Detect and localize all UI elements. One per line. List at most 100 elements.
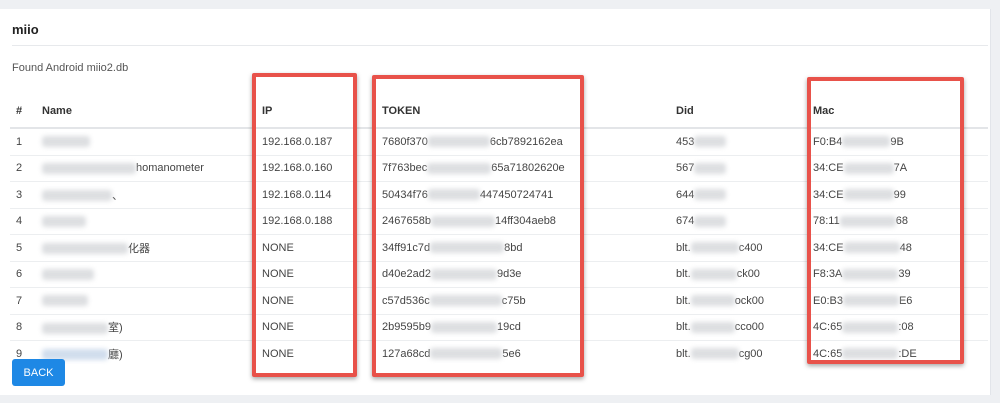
- cell-name: [36, 260, 256, 288]
- table-row: 3 、 192.168.0.114 50434f76 447450724741 6…: [10, 181, 988, 208]
- mac-visible-start: F0:B4: [813, 135, 843, 148]
- token-visible-end: 8bd: [504, 241, 523, 254]
- mac-visible-end: 7A: [893, 162, 908, 175]
- cell-did: 453: [670, 127, 807, 155]
- cell-token: 7f763bec 65a71802620e: [376, 154, 670, 182]
- redacted-blur: [42, 162, 136, 174]
- cell-token: 127a68cd 5e6: [376, 340, 670, 367]
- redacted-blur: [694, 189, 727, 201]
- token-visible-start: 7680f370: [382, 135, 428, 148]
- redacted-blur: [842, 268, 899, 280]
- cell-did: blt. c400: [670, 234, 807, 261]
- redacted-blur: [42, 268, 94, 280]
- redacted-blur: [427, 162, 492, 174]
- token-visible-end: 9d3e: [496, 268, 522, 281]
- token-visible-start: 127a68cd: [382, 347, 431, 360]
- token-visible-start: c57d536c: [382, 294, 430, 307]
- table-row: 6 NONE d40e2ad2 9d3e blt. ck00 F8:3A 39: [10, 260, 988, 288]
- redacted-blur: [430, 268, 497, 280]
- redacted-blur: [42, 136, 90, 148]
- token-visible-end: 14ff304aeb8: [494, 215, 556, 228]
- did-visible-start: blt.: [676, 347, 691, 360]
- redacted-blur: [430, 321, 497, 333]
- found-db-text: Found Android miio2.db: [12, 62, 129, 74]
- mac-visible-end: 68: [895, 215, 908, 228]
- cell-token: c57d536c c75b: [376, 287, 670, 314]
- redacted-blur: [843, 242, 900, 254]
- cell-mac: 4C:65 :DE: [807, 340, 988, 367]
- cell-did: blt. cco00: [670, 313, 807, 341]
- cell-mac: 78:11 68: [807, 207, 988, 235]
- cell-ip: NONE: [256, 260, 376, 288]
- cell-ip: NONE: [256, 340, 376, 367]
- table-row: 1 192.168.0.187 7680f370 6cb7892162ea 453…: [10, 127, 988, 155]
- cell-did: blt. ock00: [670, 287, 807, 314]
- cell-ip: 192.168.0.187: [256, 127, 376, 155]
- table-row: 9 廳) NONE 127a68cd 5e6 blt. cg00 4C:65:DE: [10, 340, 988, 367]
- name-visible: 廳): [108, 348, 123, 361]
- token-visible-end: 447450724741: [479, 188, 554, 201]
- did-visible-start: blt.: [676, 321, 691, 334]
- cell-name: 化器: [36, 234, 256, 261]
- mac-visible-end: E6: [898, 294, 913, 307]
- did-visible-start: blt.: [676, 294, 691, 307]
- cell-num: 4: [10, 207, 36, 235]
- table-row: 7 NONE c57d536c c75b blt. ock00 E0:B3 E6: [10, 287, 988, 314]
- did-visible-end: cco00: [734, 321, 765, 334]
- mac-visible-end: 48: [899, 241, 912, 254]
- cell-token: 7680f370 6cb7892162ea: [376, 127, 670, 155]
- did-visible-end: cg00: [738, 347, 763, 360]
- redacted-blur: [42, 215, 86, 227]
- token-visible-end: 65a71802620e: [491, 162, 565, 175]
- cell-num: 6: [10, 260, 36, 288]
- cell-did: 567: [670, 154, 807, 182]
- cell-token: 34ff91c7d 8bd: [376, 234, 670, 261]
- header-did: Did: [670, 95, 807, 129]
- header-mac: Mac: [807, 95, 988, 129]
- redacted-blur: [843, 189, 894, 201]
- name-visible: 室): [108, 322, 123, 335]
- mac-visible-start: F8:3A: [813, 268, 843, 281]
- mac-visible-start: 4C:65: [813, 347, 843, 360]
- token-visible-end: 19cd: [496, 321, 521, 334]
- token-visible-end: c75b: [501, 294, 526, 307]
- cell-num: 8: [10, 313, 36, 341]
- cell-mac: 34:CE 48: [807, 234, 988, 261]
- mac-visible-start: 34:CE: [813, 162, 844, 175]
- name-visible: 、: [112, 189, 123, 202]
- cell-mac: 34:CE 99: [807, 181, 988, 208]
- did-visible-end: ock00: [734, 294, 765, 307]
- cell-ip: 192.168.0.188: [256, 207, 376, 235]
- mac-visible-end: :DE: [898, 347, 917, 360]
- redacted-blur: [430, 348, 503, 360]
- redacted-blur: [690, 268, 737, 280]
- cell-ip: NONE: [256, 287, 376, 314]
- cell-mac: F8:3A 39: [807, 260, 988, 288]
- redacted-blur: [690, 242, 739, 254]
- device-table: # Name IP TOKEN Did Mac 1 192.168.0.187 …: [10, 95, 988, 367]
- header-name: Name: [36, 95, 256, 129]
- cell-name: homanometer: [36, 154, 256, 182]
- mac-visible-start: E0:B3: [813, 294, 843, 307]
- redacted-blur: [690, 348, 739, 360]
- redacted-blur: [42, 190, 112, 202]
- cell-token: 2467658b 14ff304aeb8: [376, 207, 670, 235]
- header-token: TOKEN: [376, 95, 670, 129]
- mac-visible-start: 34:CE: [813, 188, 844, 201]
- cell-ip: NONE: [256, 234, 376, 261]
- cell-mac: 34:CE 7A: [807, 154, 988, 182]
- token-visible-end: 5e6: [502, 347, 521, 360]
- header-ip: IP: [256, 95, 376, 129]
- token-visible-start: 50434f76: [382, 188, 428, 201]
- back-button[interactable]: BACK: [12, 359, 65, 386]
- redacted-blur: [42, 295, 88, 307]
- redacted-blur: [42, 322, 108, 334]
- redacted-blur: [42, 243, 128, 255]
- table-header-row: # Name IP TOKEN Did Mac: [10, 95, 988, 129]
- cell-ip: 192.168.0.114: [256, 181, 376, 208]
- table-row: 8 室) NONE 2b9595b9 19cd blt. cco00 4C:65:0…: [10, 313, 988, 341]
- cell-name: 室): [36, 313, 256, 341]
- redacted-blur: [842, 321, 899, 333]
- cell-token: 2b9595b9 19cd: [376, 313, 670, 341]
- redacted-blur: [839, 215, 896, 227]
